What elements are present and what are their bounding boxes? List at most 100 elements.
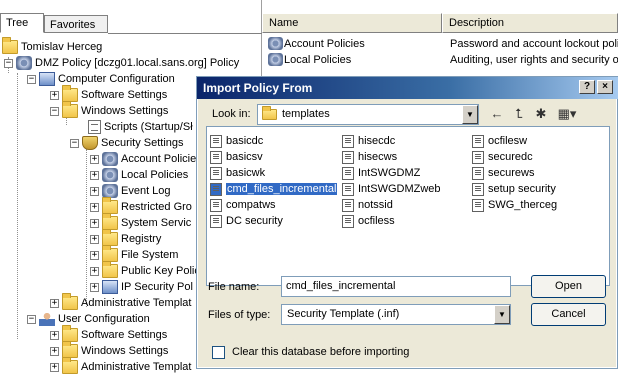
file-item[interactable]: basicdc <box>210 134 263 148</box>
file-list: basicdc basicsv basicwk cmd_files_increm… <box>206 126 610 286</box>
cancel-button[interactable]: Cancel <box>531 303 606 326</box>
file-item[interactable]: notssid <box>342 198 393 212</box>
expand-toggle-icon[interactable]: + <box>90 218 99 228</box>
folder-icon <box>62 325 78 342</box>
chevron-down-icon[interactable]: ▼ <box>494 305 510 324</box>
folder-icon <box>62 357 78 374</box>
policy-icon <box>102 152 118 166</box>
tab-tree[interactable]: Tree <box>0 13 44 33</box>
tab-favorites[interactable]: Favorites <box>44 15 108 33</box>
details-row-description: Password and account lockout polici <box>450 38 618 50</box>
file-item[interactable]: ocfiless <box>342 214 395 228</box>
details-row-name[interactable]: Account Policies <box>284 38 365 50</box>
column-header-name[interactable]: Name <box>262 13 442 33</box>
file-item[interactable]: setup security <box>472 182 556 196</box>
tree-node-scripts[interactable]: Scripts (Startup/Sł <box>88 119 193 135</box>
expand-toggle-icon[interactable]: + <box>90 186 99 196</box>
tree-node-security-settings[interactable]: − Security Settings <box>70 135 184 151</box>
file-item[interactable]: compatws <box>210 198 276 212</box>
column-header-description[interactable]: Description <box>442 13 618 33</box>
help-button[interactable]: ? <box>579 80 595 94</box>
tree-node-computer-configuration[interactable]: − Computer Configuration <box>27 71 175 87</box>
view-menu-icon[interactable]: ▦▾ <box>553 105 581 123</box>
tree-node-account-policies[interactable]: + Account Policie <box>90 151 196 167</box>
up-folder-icon[interactable]: ⮤ <box>509 105 529 123</box>
expand-toggle-icon[interactable]: + <box>90 282 99 292</box>
tree-node-ip-security[interactable]: + IP Security Pol <box>90 279 193 295</box>
collapse-toggle-icon[interactable]: − <box>27 314 36 324</box>
file-item[interactable]: DC security <box>210 214 283 228</box>
tree-node-registry[interactable]: + Registry <box>90 229 161 247</box>
file-item[interactable]: securews <box>472 166 534 180</box>
collapse-toggle-icon[interactable]: − <box>70 138 79 148</box>
file-item[interactable]: SWG_therceg <box>472 198 557 212</box>
tree-label: Public Key Polic <box>121 265 200 277</box>
ip-security-icon <box>102 280 118 294</box>
collapse-toggle-icon[interactable]: − <box>27 74 36 84</box>
tree-label: DMZ Policy [dczg01.local.sans.org] Polic… <box>35 57 240 69</box>
file-item[interactable]: IntSWGDMZ <box>342 166 420 180</box>
expand-toggle-icon[interactable]: + <box>50 298 59 308</box>
expand-toggle-icon[interactable]: + <box>50 346 59 356</box>
expand-toggle-icon[interactable]: + <box>90 154 99 164</box>
expand-toggle-icon[interactable]: + <box>50 362 59 372</box>
file-item[interactable]: basicwk <box>210 166 265 180</box>
new-folder-icon[interactable]: ✱ <box>531 105 551 123</box>
computer-icon <box>39 72 55 86</box>
expand-toggle-icon[interactable]: + <box>50 90 59 100</box>
file-item[interactable]: ocfilesw <box>472 134 527 148</box>
file-item-selected[interactable]: cmd_files_incremental <box>210 182 338 196</box>
tree-label: Event Log <box>121 185 171 197</box>
folder-icon <box>102 261 118 278</box>
tree-node-windows-settings[interactable]: − Windows Settings <box>50 101 168 119</box>
tree-label: Computer Configuration <box>58 73 175 85</box>
details-row-name[interactable]: Local Policies <box>284 54 351 66</box>
tree-label: Software Settings <box>81 89 168 101</box>
folder-icon <box>102 213 118 230</box>
tree-label: Security Settings <box>101 137 184 149</box>
expand-toggle-icon[interactable]: + <box>90 266 99 276</box>
collapse-toggle-icon[interactable]: − <box>50 106 59 116</box>
tree-node-public-key-policies[interactable]: + Public Key Polic <box>90 261 200 279</box>
close-button[interactable]: × <box>597 80 613 94</box>
tree-label: Scripts (Startup/Sł <box>104 121 193 133</box>
files-of-type-dropdown[interactable]: Security Template (.inf) ▼ <box>281 304 511 325</box>
chevron-down-icon[interactable]: ▼ <box>462 105 478 124</box>
file-name-input[interactable]: cmd_files_incremental <box>281 276 511 297</box>
clear-database-label: Clear this database before importing <box>232 346 410 358</box>
tree-node-administrative-templates[interactable]: + Administrative Templat <box>50 293 191 311</box>
file-item[interactable]: securedc <box>472 150 533 164</box>
details-row-description: Auditing, user rights and security op <box>450 54 618 66</box>
folder-icon <box>2 37 18 54</box>
tree-node-local-policies[interactable]: + Local Policies <box>90 167 188 183</box>
back-arrow-icon[interactable]: ← <box>487 105 507 123</box>
file-item[interactable]: IntSWGDMZweb <box>342 182 441 196</box>
open-button[interactable]: Open <box>531 275 606 298</box>
expand-toggle-icon[interactable]: + <box>90 250 99 260</box>
template-file-icon <box>210 182 222 196</box>
tree-node-user-configuration[interactable]: − User Configuration <box>27 311 150 327</box>
tree-label: Windows Settings <box>81 345 169 357</box>
tree-node-dmz-policy[interactable]: − DMZ Policy [dczg01.local.sans.org] Pol… <box>4 55 239 71</box>
expand-toggle-icon[interactable]: + <box>90 170 99 180</box>
tab-divider <box>108 33 262 34</box>
clear-database-checkbox[interactable] <box>212 346 225 359</box>
template-file-icon <box>342 150 354 164</box>
file-item[interactable]: basicsv <box>210 150 263 164</box>
file-item[interactable]: hisecws <box>342 150 397 164</box>
file-item[interactable]: hisecdc <box>342 134 395 148</box>
tree-node-root[interactable]: Tomislav Herceg <box>2 37 102 55</box>
collapse-toggle-icon[interactable]: − <box>4 58 13 68</box>
dialog-title-bar[interactable]: Import Policy From <box>197 77 618 99</box>
template-file-icon <box>342 134 354 148</box>
template-file-icon <box>342 182 354 196</box>
expand-toggle-icon[interactable]: + <box>50 330 59 340</box>
look-in-dropdown[interactable]: templates ▼ <box>257 104 479 125</box>
folder-icon <box>102 197 118 214</box>
template-file-icon <box>342 198 354 212</box>
folder-icon <box>62 341 78 358</box>
template-file-icon <box>472 198 484 212</box>
expand-toggle-icon[interactable]: + <box>90 234 99 244</box>
tree-node-user-administrative-templates[interactable]: + Administrative Templat <box>50 357 191 375</box>
expand-toggle-icon[interactable]: + <box>90 202 99 212</box>
